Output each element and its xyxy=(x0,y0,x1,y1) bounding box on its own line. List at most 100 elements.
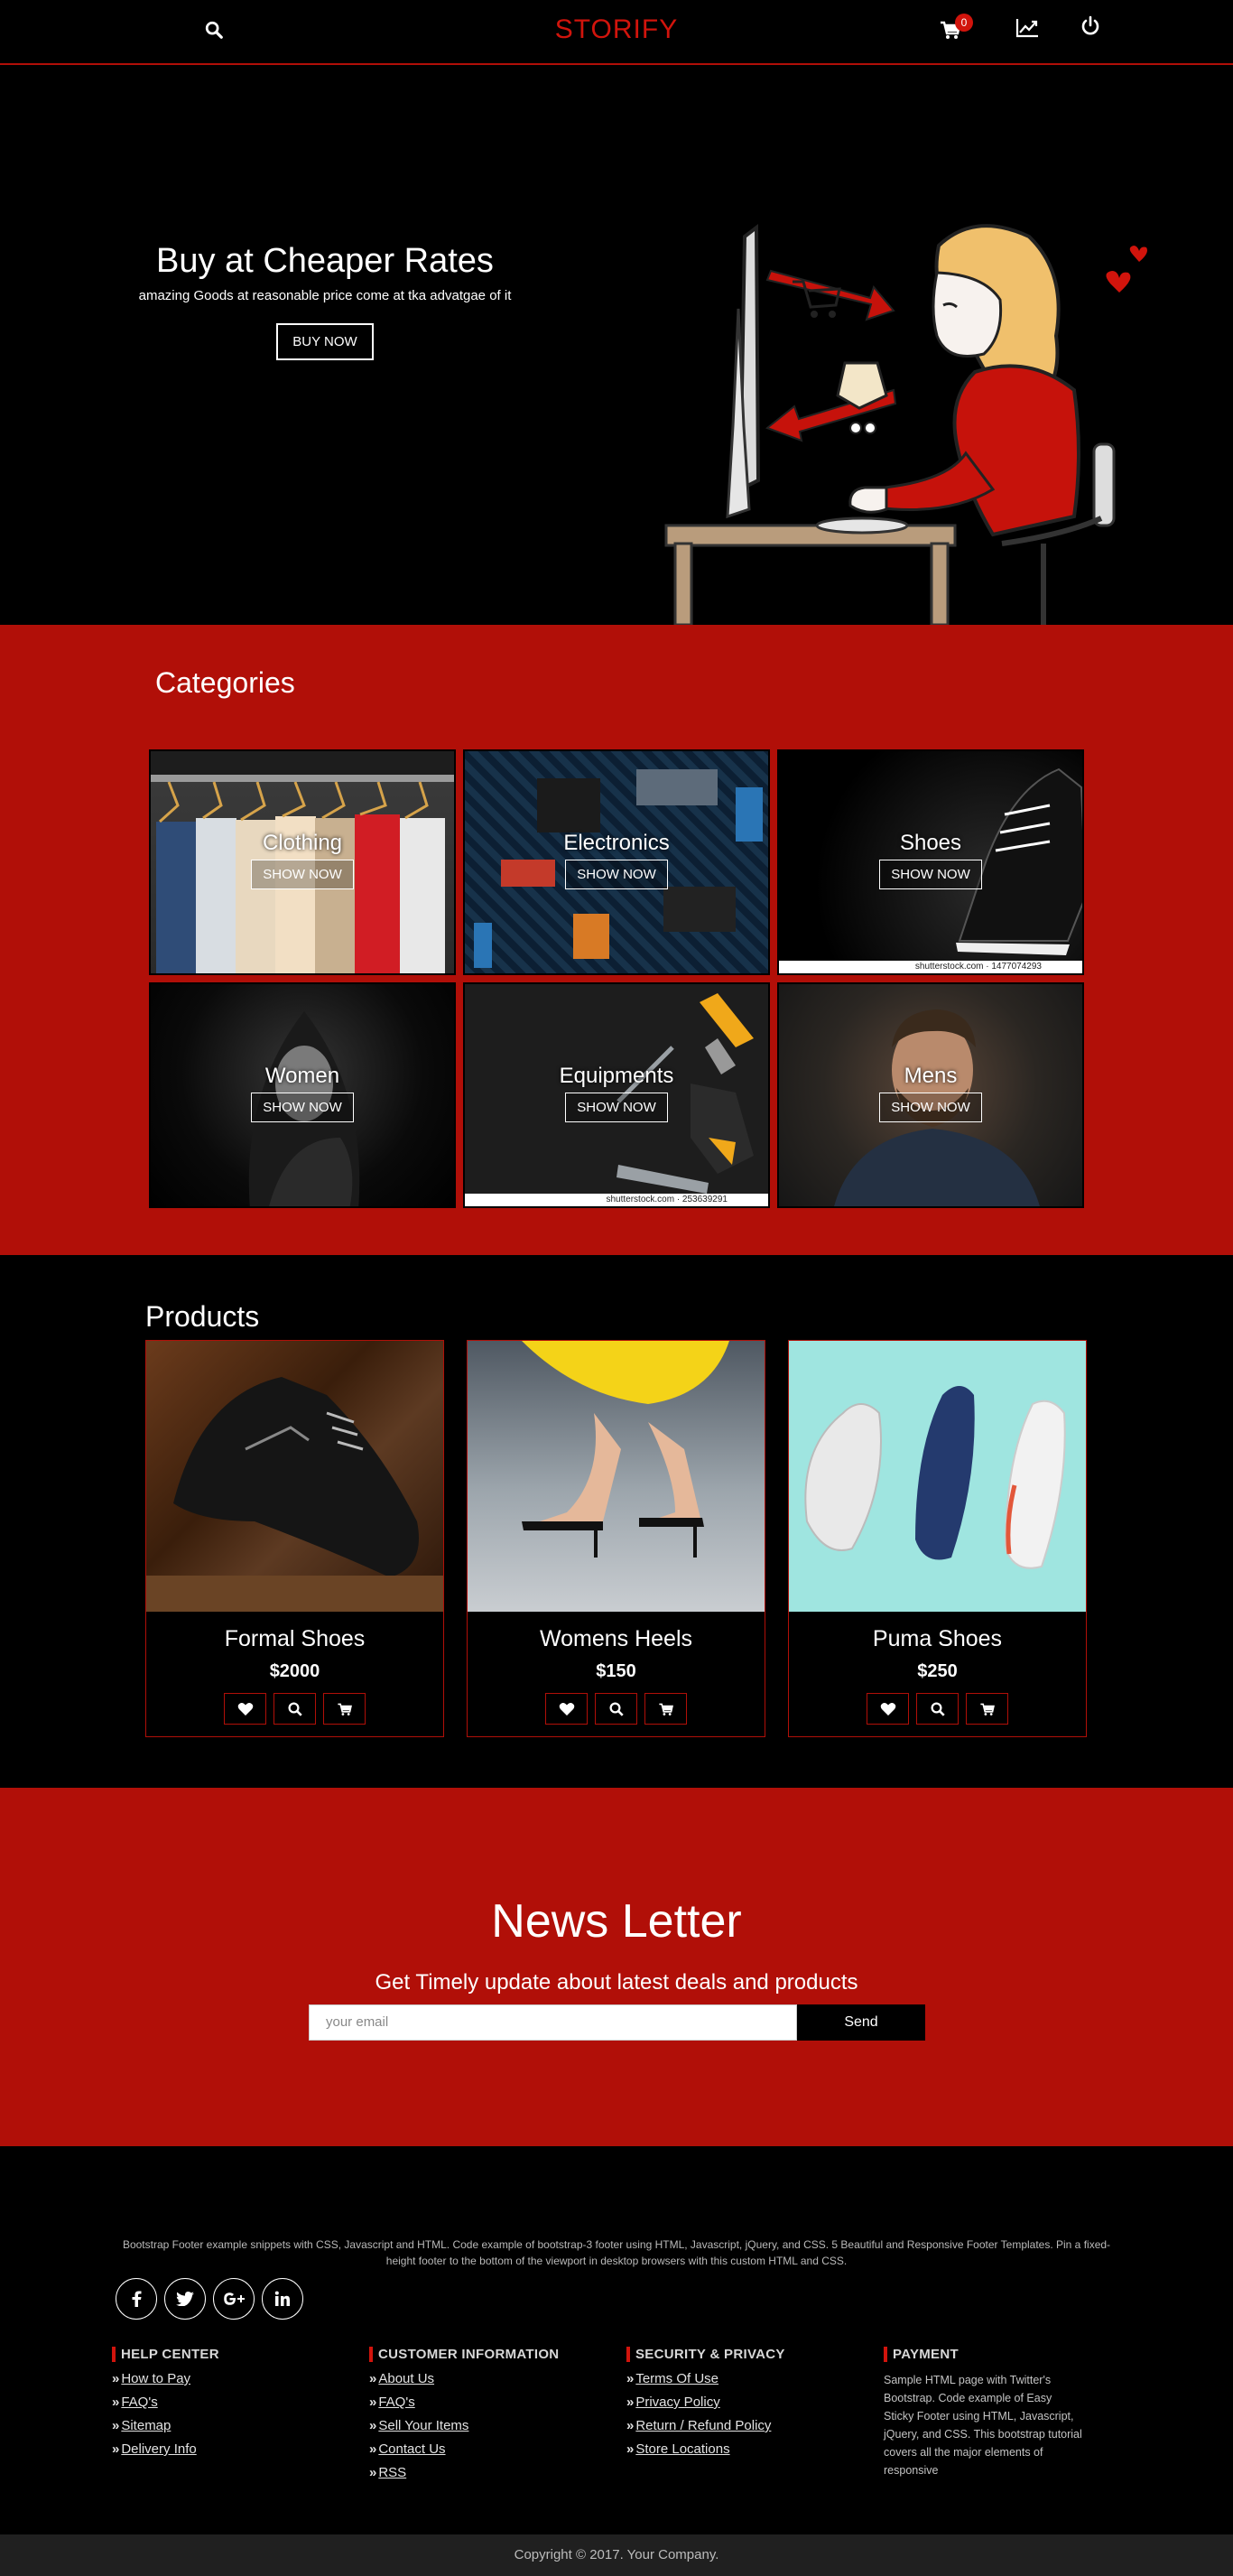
double-chevron-icon: » xyxy=(112,2441,120,2457)
product-name: Formal Shoes xyxy=(224,1626,366,1651)
cart-icon xyxy=(337,1703,352,1716)
category-card-women[interactable]: Women SHOW NOW xyxy=(149,982,456,1208)
email-input[interactable]: your email xyxy=(309,2004,797,2041)
facebook-icon[interactable] xyxy=(116,2278,157,2320)
wishlist-button[interactable] xyxy=(545,1693,588,1725)
categories-grid: Clothing SHOW NOW Electronics SHOW NOW S… xyxy=(149,749,1084,1208)
category-card-electronics[interactable]: Electronics SHOW NOW xyxy=(463,749,770,975)
payment-text: Sample HTML page with Twitter's Bootstra… xyxy=(884,2374,1082,2477)
newsletter-section: News Letter Get Timely update about late… xyxy=(0,1788,1233,2146)
power-icon[interactable] xyxy=(1080,15,1101,37)
categories-section: Categories Clothing SHOW NOW Electronics… xyxy=(0,625,1233,1255)
product-image xyxy=(468,1341,765,1612)
product-card-puma-shoes[interactable]: Puma Shoes $250 xyxy=(788,1340,1087,1737)
add-to-cart-button[interactable] xyxy=(644,1693,687,1725)
double-chevron-icon: » xyxy=(112,2371,120,2386)
products-grid: Formal Shoes $2000 Womens Heels $150 Pum… xyxy=(145,1340,1088,1737)
hero-subtitle: amazing Goods at reasonable price come a… xyxy=(138,288,512,303)
product-card-womens-heels[interactable]: Womens Heels $150 xyxy=(467,1340,765,1737)
category-card-shoes[interactable]: Shoes SHOW NOW shutterstock.com · 147707… xyxy=(777,749,1084,975)
social-links xyxy=(116,2278,303,2320)
column-heading: HELP CENTER xyxy=(112,2347,369,2362)
send-button[interactable]: Send xyxy=(797,2004,925,2041)
footer-link[interactable]: » Contact Us xyxy=(369,2441,626,2457)
category-name: Women xyxy=(264,1064,340,1088)
footer: Bootstrap Footer example snippets with C… xyxy=(0,2146,1233,2534)
product-name: Puma Shoes xyxy=(872,1626,1003,1651)
image-credit: shutterstock.com · 1477074293 xyxy=(779,961,1082,973)
footer-columns: HELP CENTER » How to Pay » FAQ's » Sitemap … xyxy=(112,2347,1121,2488)
hero-text: Buy at Cheaper Rates amazing Goods at re… xyxy=(117,242,533,360)
category-name: Shoes xyxy=(899,831,962,855)
category-name: Equipments xyxy=(559,1064,674,1088)
newsletter-subtitle: Get Timely update about latest deals and… xyxy=(375,1970,858,1995)
quick-view-button[interactable] xyxy=(273,1693,316,1725)
double-chevron-icon: » xyxy=(369,2441,377,2457)
footer-link[interactable]: » How to Pay xyxy=(112,2371,369,2386)
search-icon xyxy=(609,1702,624,1716)
show-now-button[interactable]: SHOW NOW xyxy=(565,860,668,889)
copyright: Copyright © 2017. Your Company. xyxy=(0,2534,1233,2576)
linkedin-icon[interactable] xyxy=(262,2278,303,2320)
security-privacy-column: SECURITY & PRIVACY » Terms Of Use » Privac… xyxy=(626,2347,884,2488)
heart-icon xyxy=(880,1702,895,1716)
products-section: Products Formal Shoes $2000 Womens Heels… xyxy=(0,1255,1233,1788)
double-chevron-icon: » xyxy=(626,2441,635,2457)
add-to-cart-button[interactable] xyxy=(323,1693,366,1725)
show-now-button[interactable]: SHOW NOW xyxy=(879,1093,982,1122)
column-heading: CUSTOMER INFORMATION xyxy=(369,2347,626,2362)
help-center-column: HELP CENTER » How to Pay » FAQ's » Sitemap … xyxy=(112,2347,369,2488)
footer-link[interactable]: » Store Locations xyxy=(626,2441,884,2457)
product-price: $250 xyxy=(917,1661,958,1681)
image-credit: shutterstock.com · 253639291 xyxy=(465,1194,768,1206)
show-now-button[interactable]: SHOW NOW xyxy=(879,860,982,889)
newsletter-title: News Letter xyxy=(491,1895,742,1948)
heart-icon xyxy=(237,1702,253,1716)
double-chevron-icon: » xyxy=(369,2418,377,2433)
footer-link[interactable]: » FAQ's xyxy=(112,2395,369,2410)
footer-link[interactable]: » FAQ's xyxy=(369,2395,626,2410)
double-chevron-icon: » xyxy=(626,2418,635,2433)
google-plus-icon[interactable] xyxy=(213,2278,255,2320)
footer-link[interactable]: » Return / Refund Policy xyxy=(626,2418,884,2433)
footer-link[interactable]: » Delivery Info xyxy=(112,2441,369,2457)
product-card-formal-shoes[interactable]: Formal Shoes $2000 xyxy=(145,1340,444,1737)
hero-shopping-illustration xyxy=(664,223,1147,643)
product-price: $150 xyxy=(596,1661,636,1681)
twitter-icon[interactable] xyxy=(164,2278,206,2320)
footer-link[interactable]: » Sell Your Items xyxy=(369,2418,626,2433)
wishlist-button[interactable] xyxy=(867,1693,909,1725)
cart-count-badge: 0 xyxy=(955,14,973,32)
wishlist-button[interactable] xyxy=(224,1693,266,1725)
column-heading: PAYMENT xyxy=(884,2347,1121,2362)
products-heading: Products xyxy=(145,1300,260,1333)
show-now-button[interactable]: SHOW NOW xyxy=(251,860,354,889)
footer-description: Bootstrap Footer example snippets with C… xyxy=(122,2238,1111,2267)
footer-link[interactable]: » About Us xyxy=(369,2371,626,2386)
category-card-mens[interactable]: Mens SHOW NOW xyxy=(777,982,1084,1208)
quick-view-button[interactable] xyxy=(595,1693,637,1725)
buy-now-button[interactable]: BUY NOW xyxy=(276,323,374,360)
product-price: $2000 xyxy=(269,1661,320,1681)
chart-icon[interactable] xyxy=(1015,16,1040,40)
show-now-button[interactable]: SHOW NOW xyxy=(565,1093,668,1122)
column-heading: SECURITY & PRIVACY xyxy=(626,2347,884,2362)
product-image xyxy=(146,1341,443,1612)
double-chevron-icon: » xyxy=(369,2371,377,2386)
footer-link[interactable]: » Privacy Policy xyxy=(626,2395,884,2410)
category-card-equipments[interactable]: Equipments SHOW NOW shutterstock.com · 2… xyxy=(463,982,770,1208)
footer-link[interactable]: » Sitemap xyxy=(112,2418,369,2433)
footer-link[interactable]: » RSS xyxy=(369,2465,626,2480)
hero-section: Buy at Cheaper Rates amazing Goods at re… xyxy=(0,65,1233,643)
category-card-clothing[interactable]: Clothing SHOW NOW xyxy=(149,749,456,975)
product-image xyxy=(789,1341,1086,1612)
footer-link[interactable]: » Terms Of Use xyxy=(626,2371,884,2386)
category-name: Mens xyxy=(904,1064,958,1088)
show-now-button[interactable]: SHOW NOW xyxy=(251,1093,354,1122)
quick-view-button[interactable] xyxy=(916,1693,959,1725)
category-name: Clothing xyxy=(262,831,343,855)
add-to-cart-button[interactable] xyxy=(966,1693,1008,1725)
cart-icon xyxy=(979,1703,995,1716)
brand-logo[interactable]: STORIFY xyxy=(0,14,1233,45)
double-chevron-icon: » xyxy=(369,2465,377,2480)
